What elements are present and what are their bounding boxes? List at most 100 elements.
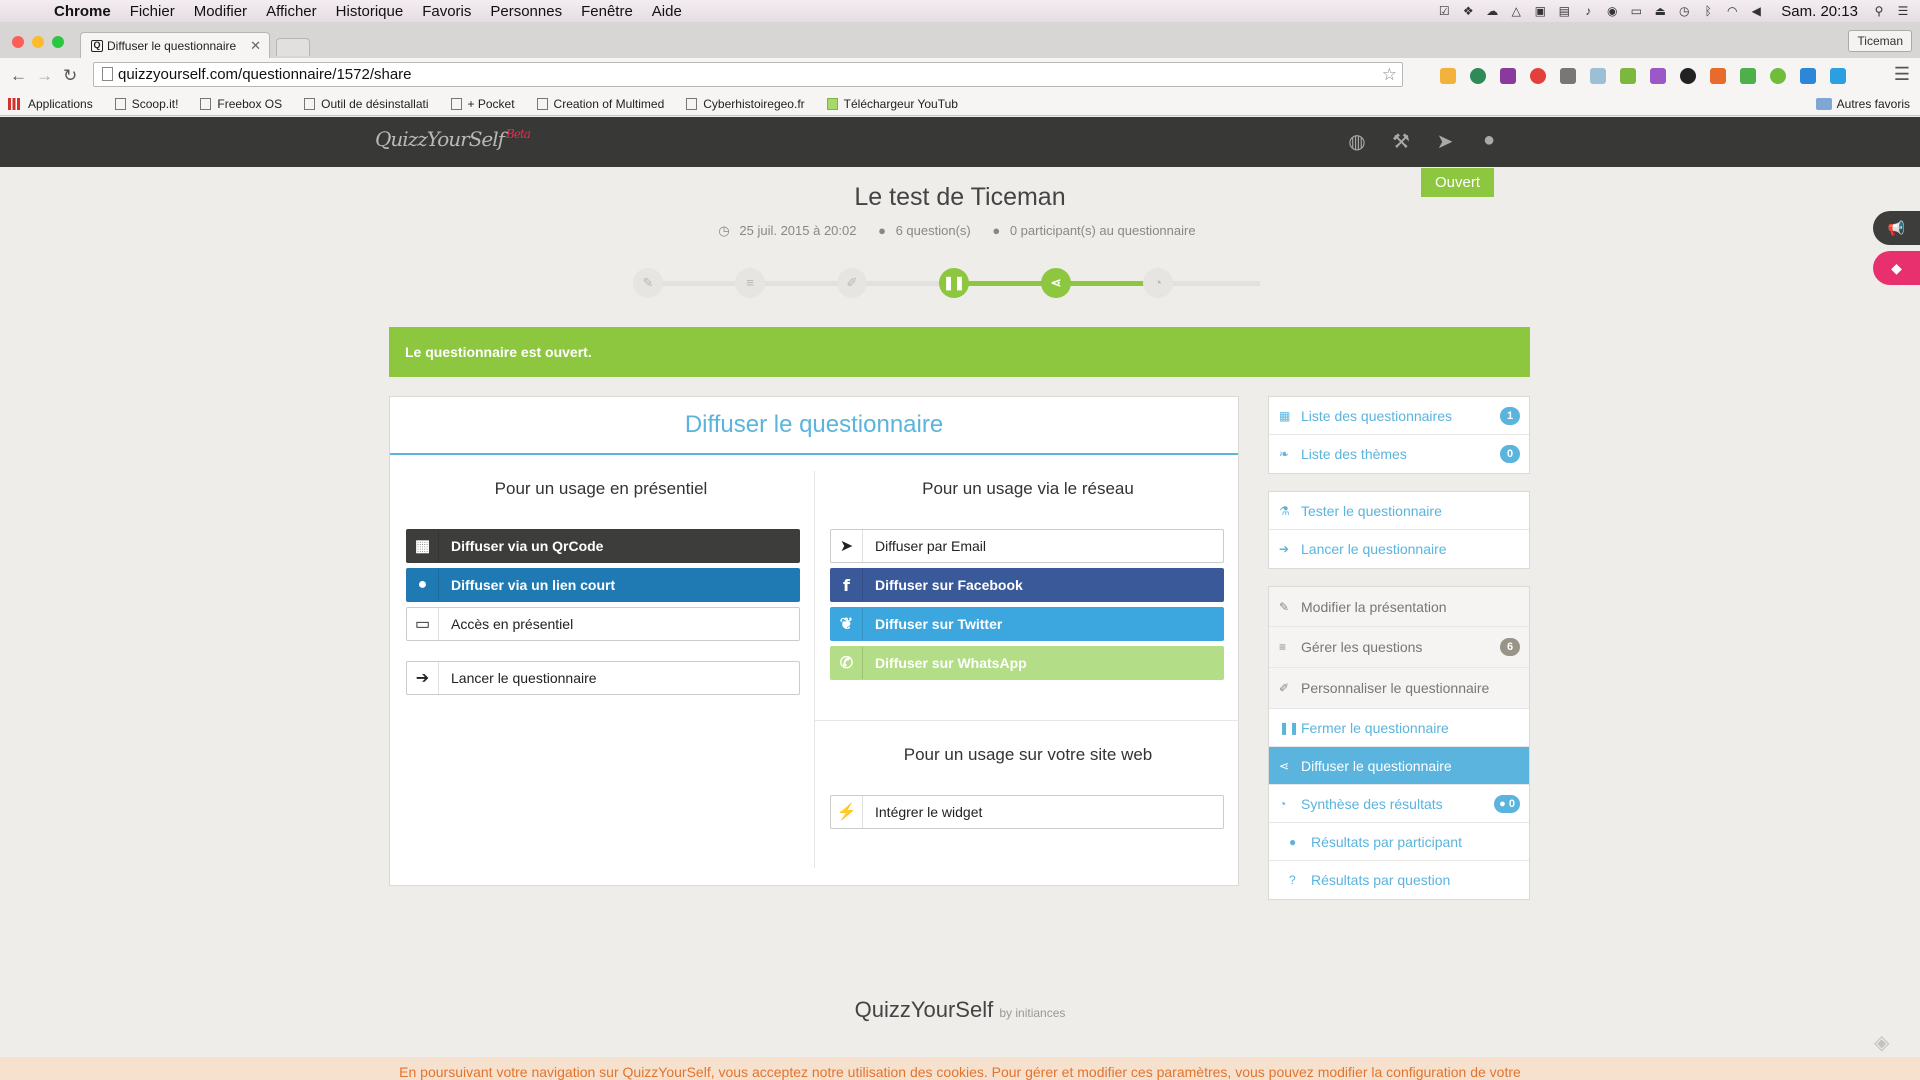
email-button[interactable]: ➤ Diffuser par Email xyxy=(830,529,1224,563)
menu-modifier[interactable]: Modifier xyxy=(194,3,247,20)
dropbox-icon[interactable]: ❖ xyxy=(1461,4,1475,18)
window-zoom-button[interactable] xyxy=(52,36,64,48)
bookmark-pocket[interactable]: + Pocket xyxy=(450,97,515,111)
eject-icon[interactable]: ⏏ xyxy=(1653,4,1667,18)
reload-icon[interactable]: ↻ xyxy=(63,66,77,86)
other-bookmarks[interactable]: Autres favoris xyxy=(1815,97,1910,111)
extension-icon[interactable] xyxy=(1800,68,1816,84)
sidebar-item-close[interactable]: ❚❚ Fermer le questionnaire xyxy=(1269,709,1529,747)
menu-fenetre[interactable]: Fenêtre xyxy=(581,3,633,20)
whatsapp-icon: ✆ xyxy=(831,647,863,679)
bookmark-youtube-downloader[interactable]: Téléchargeur YouTub xyxy=(826,97,958,111)
onenote-icon[interactable] xyxy=(1500,68,1516,84)
address-bar[interactable]: quizzyourself.com/questionnaire/1572/sha… xyxy=(93,62,1403,87)
menubar-clock[interactable]: Sam. 20:13 xyxy=(1781,3,1858,20)
sidebar-item-questions[interactable]: ≡ Gérer les questions 6 xyxy=(1269,627,1529,668)
sidebar-item-questionnaires[interactable]: ▦ Liste des questionnaires 1 xyxy=(1269,397,1529,435)
step-edit-icon[interactable]: ✎ xyxy=(633,268,663,298)
extension-icon[interactable] xyxy=(1560,68,1576,84)
forward-arrow-icon[interactable]: → xyxy=(36,66,53,86)
camera-icon[interactable] xyxy=(1590,68,1606,84)
globe-icon[interactable]: ◍ xyxy=(1335,129,1379,154)
bookmark-outil[interactable]: Outil de désinstallati xyxy=(304,97,429,111)
presentiel-access-button[interactable]: ▭ Accès en présentiel xyxy=(406,607,800,641)
menu-aide[interactable]: Aide xyxy=(652,3,682,20)
volume-icon[interactable]: ◀ xyxy=(1749,4,1763,18)
window-close-button[interactable] xyxy=(12,36,24,48)
extension-icon[interactable] xyxy=(1740,68,1756,84)
gavel-icon[interactable]: ⚒ xyxy=(1379,129,1423,154)
user-icon[interactable]: ● xyxy=(1467,129,1511,154)
spotlight-search-icon[interactable]: ⚲ xyxy=(1872,4,1886,18)
extension-icon[interactable] xyxy=(1680,68,1696,84)
app-logo[interactable]: QuizzYourSelf Beta xyxy=(375,127,531,151)
browser-tab-active[interactable]: Q Diffuser le questionnaire ✕ xyxy=(80,32,270,58)
bookmark-freebox[interactable]: Freebox OS xyxy=(200,97,282,111)
bookmark-applications[interactable]: Applications xyxy=(8,97,93,111)
extension-icon[interactable] xyxy=(1530,68,1546,84)
page-icon xyxy=(450,97,462,110)
twitter-button[interactable]: ❦ Diffuser sur Twitter xyxy=(830,607,1224,641)
sidebar-item-launch[interactable]: ➔ Lancer le questionnaire xyxy=(1269,530,1529,568)
profile-button[interactable]: Ticeman xyxy=(1848,30,1912,52)
short-link-button[interactable]: ● Diffuser via un lien court xyxy=(406,568,800,602)
whatsapp-button[interactable]: ✆ Diffuser sur WhatsApp xyxy=(830,646,1224,680)
window-minimize-button[interactable] xyxy=(32,36,44,48)
diamond-tab[interactable]: ◆ xyxy=(1873,251,1920,285)
step-pause-icon[interactable]: ❚❚ xyxy=(939,268,969,298)
launch-questionnaire-button[interactable]: ➔ Lancer le questionnaire xyxy=(406,661,800,695)
extension-icon[interactable] xyxy=(1770,68,1786,84)
bookmark-cyberhistoire[interactable]: Cyberhistoiregeo.fr xyxy=(686,97,805,111)
sidebar-item-share[interactable]: ⋖ Diffuser le questionnaire xyxy=(1269,747,1529,785)
page-icon xyxy=(304,97,316,110)
airplay-icon[interactable]: ▭ xyxy=(1629,4,1643,18)
wifi-icon[interactable]: ◠ xyxy=(1725,4,1739,18)
bookmark-scoopit[interactable]: Scoop.it! xyxy=(114,97,178,111)
cloud-icon[interactable]: ☁ xyxy=(1485,4,1499,18)
menu-chrome[interactable]: Chrome xyxy=(54,3,111,20)
bookmark-star-icon[interactable]: ☆ xyxy=(1382,63,1397,86)
pen-icon[interactable] xyxy=(1650,68,1666,84)
qrcode-button[interactable]: ▦ Diffuser via un QrCode xyxy=(406,529,800,563)
time-machine-icon[interactable]: ◷ xyxy=(1677,4,1691,18)
facebook-button[interactable]: f Diffuser sur Facebook xyxy=(830,568,1224,602)
eye-icon[interactable]: ◉ xyxy=(1605,4,1619,18)
sidebar-item-summary[interactable]: ◔ Synthèse des résultats ● 0 xyxy=(1269,785,1529,823)
extension-icon[interactable] xyxy=(1440,68,1456,84)
browser-tab-bar: Q Diffuser le questionnaire ✕ Ticeman xyxy=(0,22,1920,58)
back-arrow-icon[interactable]: ← xyxy=(10,66,27,86)
notification-center-icon[interactable]: ☰ xyxy=(1896,4,1910,18)
sidebar-item-by-question[interactable]: ? Résultats par question xyxy=(1269,861,1529,899)
step-brush-icon[interactable]: ✐ xyxy=(837,268,867,298)
inbox-icon[interactable]: ▤ xyxy=(1557,4,1571,18)
widget-button[interactable]: ⚡ Intégrer le widget xyxy=(830,795,1224,829)
bluetooth-icon[interactable]: ᛒ xyxy=(1701,4,1715,18)
menu-fichier[interactable]: Fichier xyxy=(130,3,175,20)
sidebar-item-test[interactable]: ⚗ Tester le questionnaire xyxy=(1269,492,1529,530)
tab-close-icon[interactable]: ✕ xyxy=(250,38,261,54)
sidebar-item-themes[interactable]: ❧ Liste des thèmes 0 xyxy=(1269,435,1529,473)
drive-icon[interactable]: △ xyxy=(1509,4,1523,18)
extension-icon[interactable] xyxy=(1620,68,1636,84)
step-list-icon[interactable]: ≡ xyxy=(735,268,765,298)
sidebar-item-by-participant[interactable]: ● Résultats par participant xyxy=(1269,823,1529,861)
corner-widget-icon[interactable]: ◈ xyxy=(1874,1030,1889,1055)
photo-icon[interactable]: ▣ xyxy=(1533,4,1547,18)
extension-icon[interactable] xyxy=(1470,68,1486,84)
extension-icon[interactable] xyxy=(1830,68,1846,84)
menu-personnes[interactable]: Personnes xyxy=(490,3,562,20)
menu-afficher[interactable]: Afficher xyxy=(266,3,317,20)
bookmark-creation[interactable]: Creation of Multimed xyxy=(536,97,664,111)
notification-icon[interactable]: ♪ xyxy=(1581,4,1595,18)
menu-historique[interactable]: Historique xyxy=(336,3,404,20)
chrome-menu-icon[interactable]: ☰ xyxy=(1894,64,1910,85)
sidebar-item-customize[interactable]: ✐ Personnaliser le questionnaire xyxy=(1269,668,1529,709)
extension-icon[interactable] xyxy=(1710,68,1726,84)
step-chart-icon[interactable]: ◔ xyxy=(1143,268,1173,298)
checkbox-status-icon[interactable]: ☑ xyxy=(1437,4,1451,18)
sidebar-item-presentation[interactable]: ✎ Modifier la présentation xyxy=(1269,587,1529,627)
step-share-icon[interactable]: ⋖ xyxy=(1041,268,1071,298)
menu-favoris[interactable]: Favoris xyxy=(422,3,471,20)
new-tab-button[interactable] xyxy=(276,38,310,56)
send-icon[interactable]: ➤ xyxy=(1423,129,1467,154)
